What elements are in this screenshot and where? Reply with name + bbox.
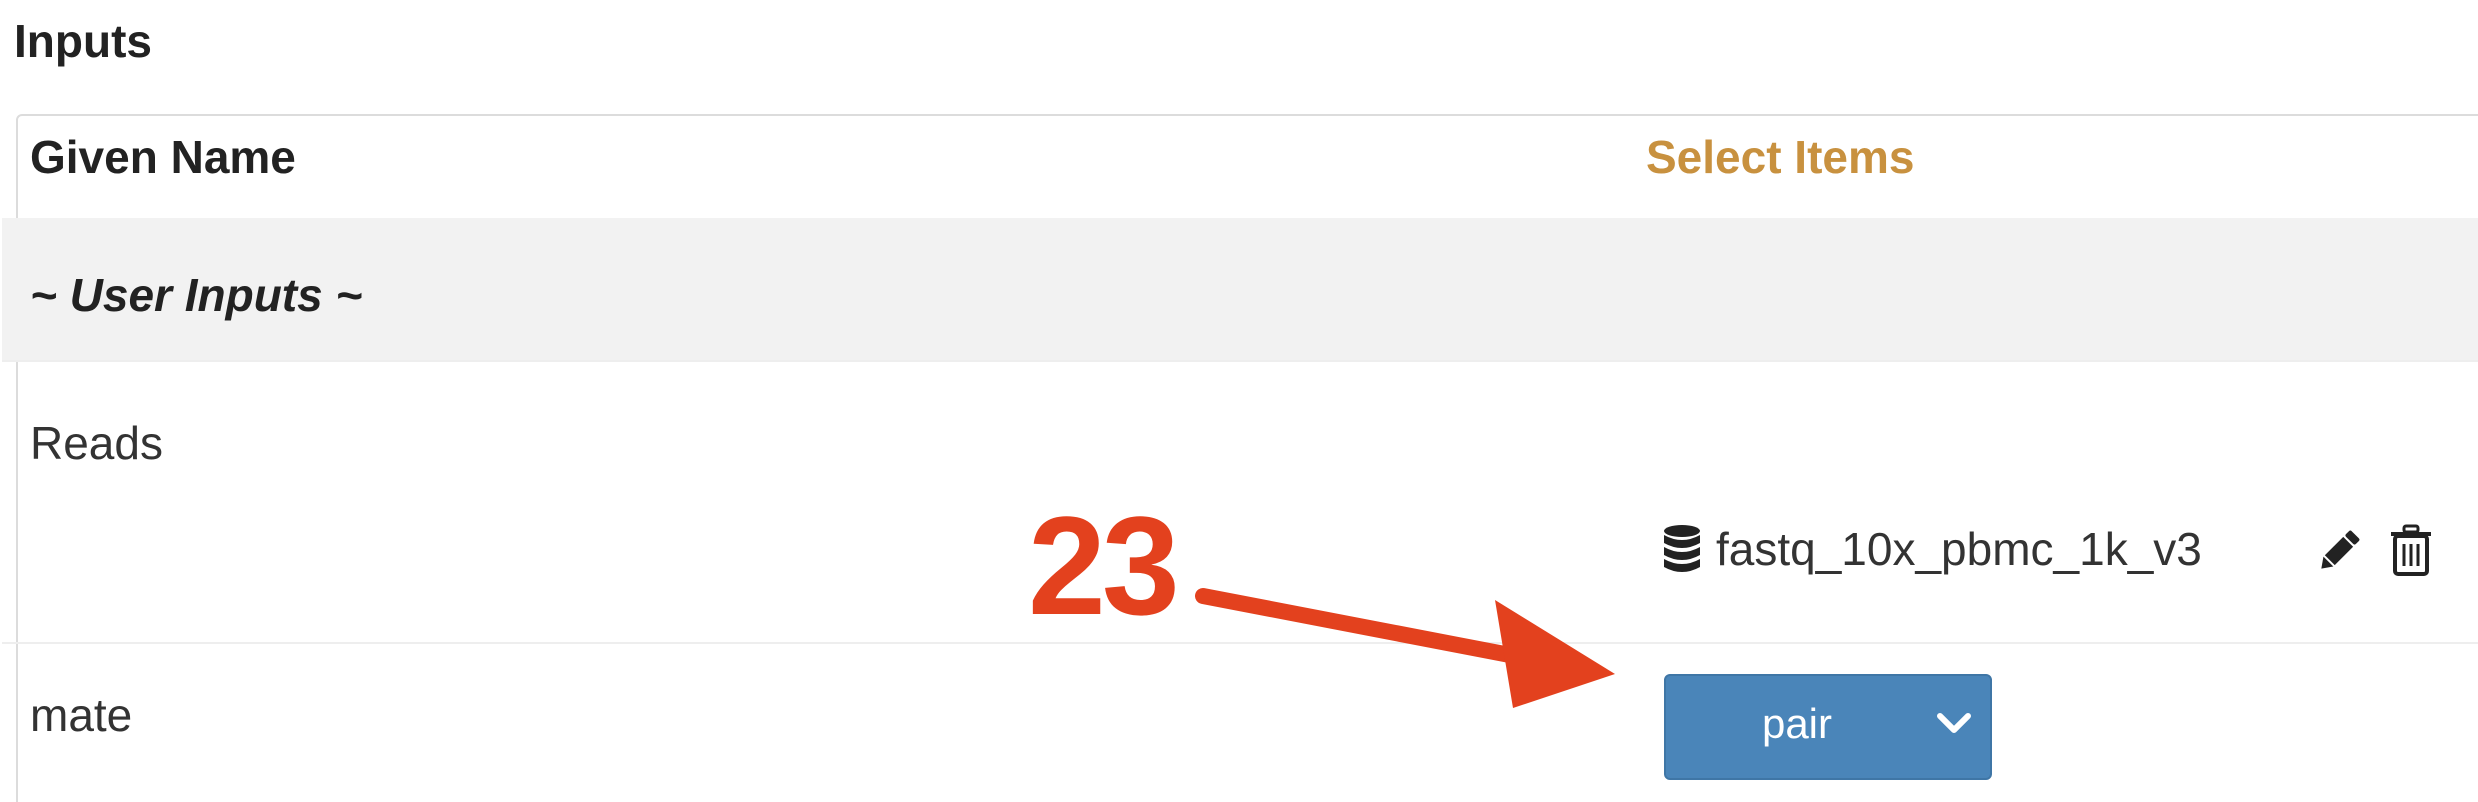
row-label-mate: mate [30,689,133,741]
row-divider [2,360,2478,362]
annotation-number: 23 [1028,487,1180,644]
annotation-arrow [1195,588,1615,708]
database-icon [1664,525,1700,572]
given-name-header: Given Name [30,131,296,183]
group-row [2,218,2478,360]
select-value: pair [1761,700,1833,747]
dataset-name[interactable]: fastq_10x_pbmc_1k_v3 [1716,522,2202,576]
dataset-item: fastq_10x_pbmc_1k_v3 [1662,522,2202,576]
row-label-reads: Reads [30,417,163,469]
pencil-icon[interactable] [2312,524,2366,578]
page: Inputs Given Name Select Items ~ User In… [0,0,2478,802]
trash-icon[interactable] [2388,524,2434,578]
select-items-header[interactable]: Select Items [1646,130,1914,184]
chevron-down-icon [1937,713,1971,733]
section-title: Inputs [14,15,152,67]
group-label: ~ User Inputs ~ [30,269,363,321]
mate-select-dropdown[interactable]: pair [1664,674,1992,780]
